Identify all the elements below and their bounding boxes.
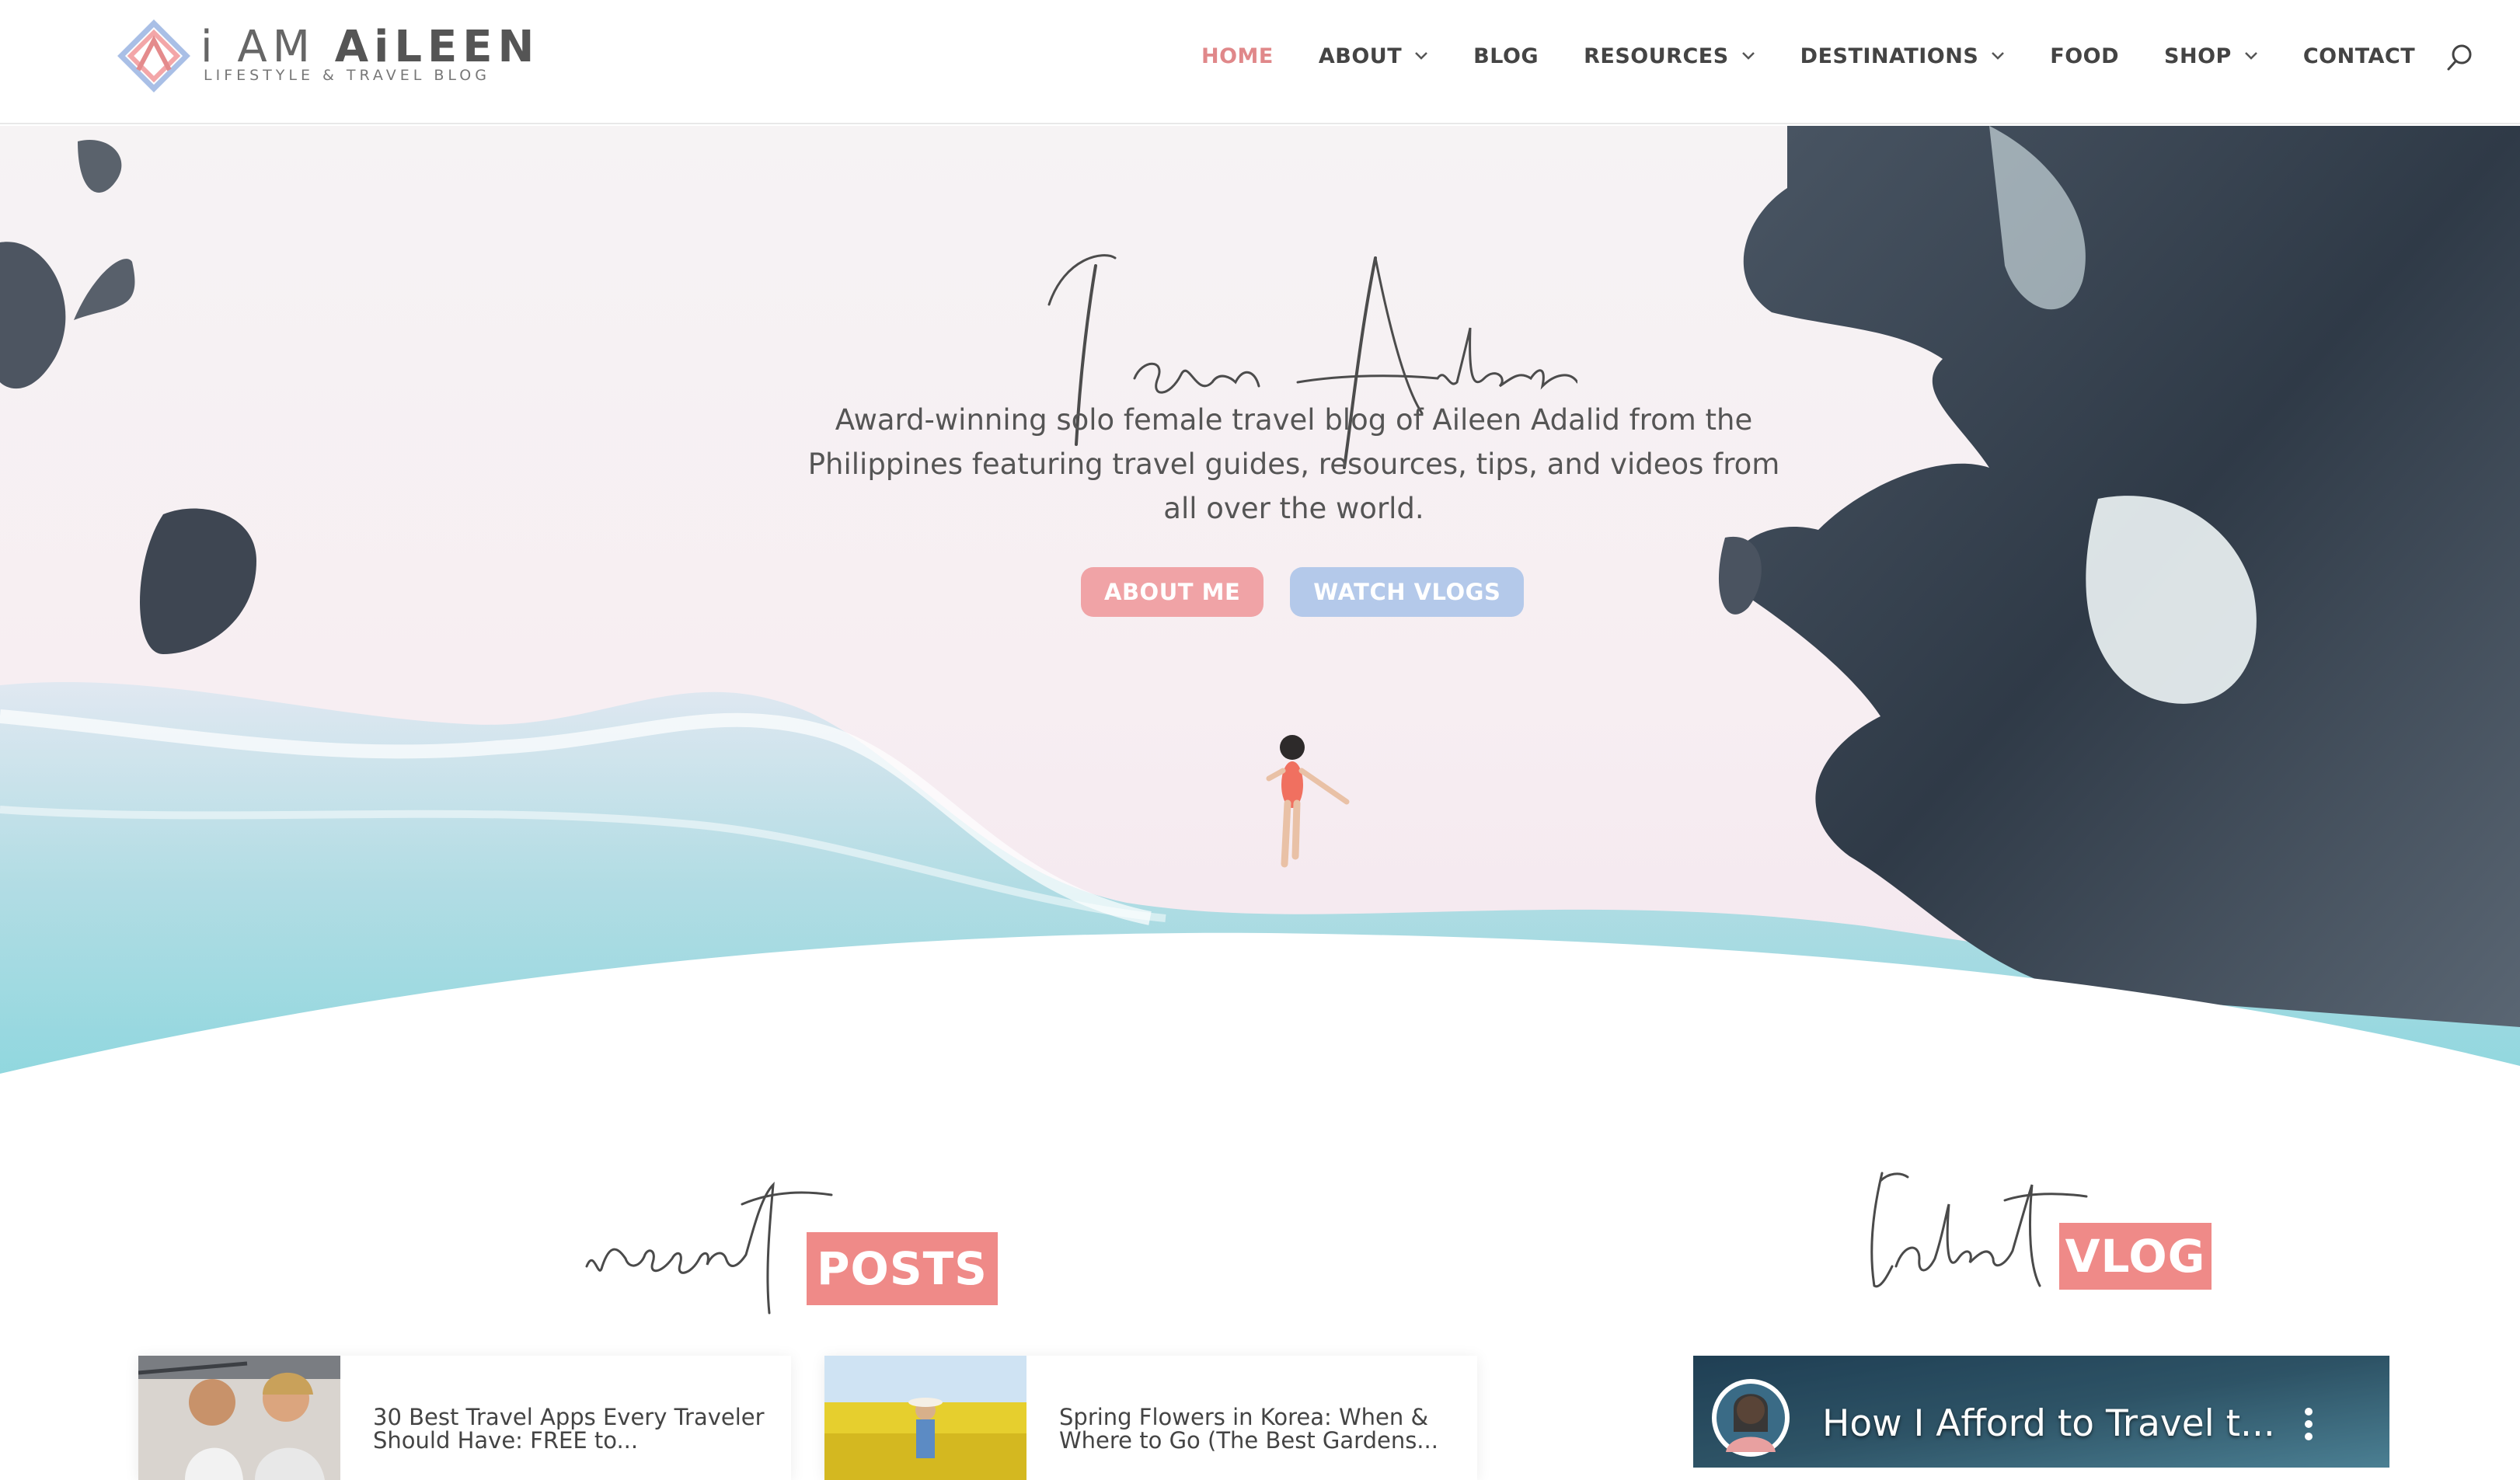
logo-tagline: LIFESTYLE & TRAVEL BLOG bbox=[204, 67, 490, 84]
nav-item-label: HOME bbox=[1201, 44, 1274, 68]
nav-item-home[interactable]: HOME bbox=[1201, 44, 1274, 68]
nav-item-label: FOOD bbox=[2050, 44, 2120, 68]
nav-item-contact[interactable]: CONTACT bbox=[2303, 44, 2415, 68]
chevron-down-icon[interactable] bbox=[1414, 51, 1428, 61]
post-card[interactable]: Spring Flowers in Korea: When & Where to… bbox=[824, 1356, 1477, 1480]
site-header: i AM AiLEEN LIFESTYLE & TRAVEL BLOG HOME… bbox=[0, 0, 2520, 124]
nav-item-resources[interactable]: RESOURCES bbox=[1584, 44, 1755, 68]
latest-vlog-video[interactable]: How I Afford to Travel t... bbox=[1693, 1356, 2389, 1468]
hero-subtitle: Award-winning solo female travel blog of… bbox=[807, 403, 1780, 525]
hero-buttons: ABOUT ME WATCH VLOGS bbox=[1081, 567, 1525, 617]
post-thumbnail bbox=[824, 1356, 1026, 1480]
main-nav: HOME ABOUT BLOG RESOURCES DESTINATIONS FOOD SH… bbox=[1201, 39, 2460, 73]
chevron-down-icon[interactable] bbox=[1991, 51, 2005, 61]
post-thumbnail bbox=[138, 1356, 340, 1480]
latest-vlog-heading: VLOG bbox=[1865, 1158, 2222, 1297]
chevron-down-icon[interactable] bbox=[2244, 51, 2258, 61]
nav-item-label: SHOP bbox=[2164, 44, 2232, 68]
site-logo[interactable]: i AM AiLEEN LIFESTYLE & TRAVEL BLOG bbox=[115, 17, 535, 95]
nav-item-shop[interactable]: SHOP bbox=[2164, 44, 2258, 68]
chevron-down-icon[interactable] bbox=[1741, 51, 1755, 61]
nav-item-destinations[interactable]: DESTINATIONS bbox=[1800, 44, 2006, 68]
vlog-tag: VLOG bbox=[2059, 1223, 2212, 1290]
latest-script bbox=[1870, 1172, 2088, 1288]
nav-item-label: BLOG bbox=[1473, 44, 1539, 68]
post-title[interactable]: 30 Best Travel Apps Every Traveler Shoul… bbox=[373, 1405, 769, 1452]
nav-item-label: CONTACT bbox=[2302, 44, 2416, 68]
nav-item-label: ABOUT bbox=[1318, 44, 1403, 68]
nav-item-food[interactable]: FOOD bbox=[2050, 44, 2119, 68]
post-title[interactable]: Spring Flowers in Korea: When & Where to… bbox=[1059, 1405, 1455, 1452]
logo-title: i AM AiLEEN bbox=[200, 22, 540, 72]
channel-avatar-icon[interactable] bbox=[1710, 1377, 1791, 1458]
logo-diamond-icon bbox=[117, 19, 190, 92]
watch-vlogs-button[interactable]: WATCH VLOGS bbox=[1290, 567, 1525, 617]
about-me-button[interactable]: ABOUT ME bbox=[1081, 567, 1264, 617]
nav-item-blog[interactable]: BLOG bbox=[1473, 44, 1539, 68]
video-title[interactable]: How I Afford to Travel t... bbox=[1822, 1402, 2275, 1445]
more-options-icon[interactable] bbox=[2301, 1407, 2316, 1446]
recent-posts-heading: POSTS bbox=[583, 1173, 1002, 1321]
hero-banner: Award-winning solo female travel blog of… bbox=[0, 126, 2520, 1083]
nav-item-label: DESTINATIONS bbox=[1800, 44, 1979, 68]
posts-tag: POSTS bbox=[807, 1232, 998, 1305]
search-icon[interactable] bbox=[2445, 42, 2476, 73]
nav-item-about[interactable]: ABOUT bbox=[1319, 44, 1428, 68]
post-card[interactable]: 30 Best Travel Apps Every Traveler Shoul… bbox=[138, 1356, 791, 1480]
nav-item-label: RESOURCES bbox=[1584, 44, 1729, 68]
